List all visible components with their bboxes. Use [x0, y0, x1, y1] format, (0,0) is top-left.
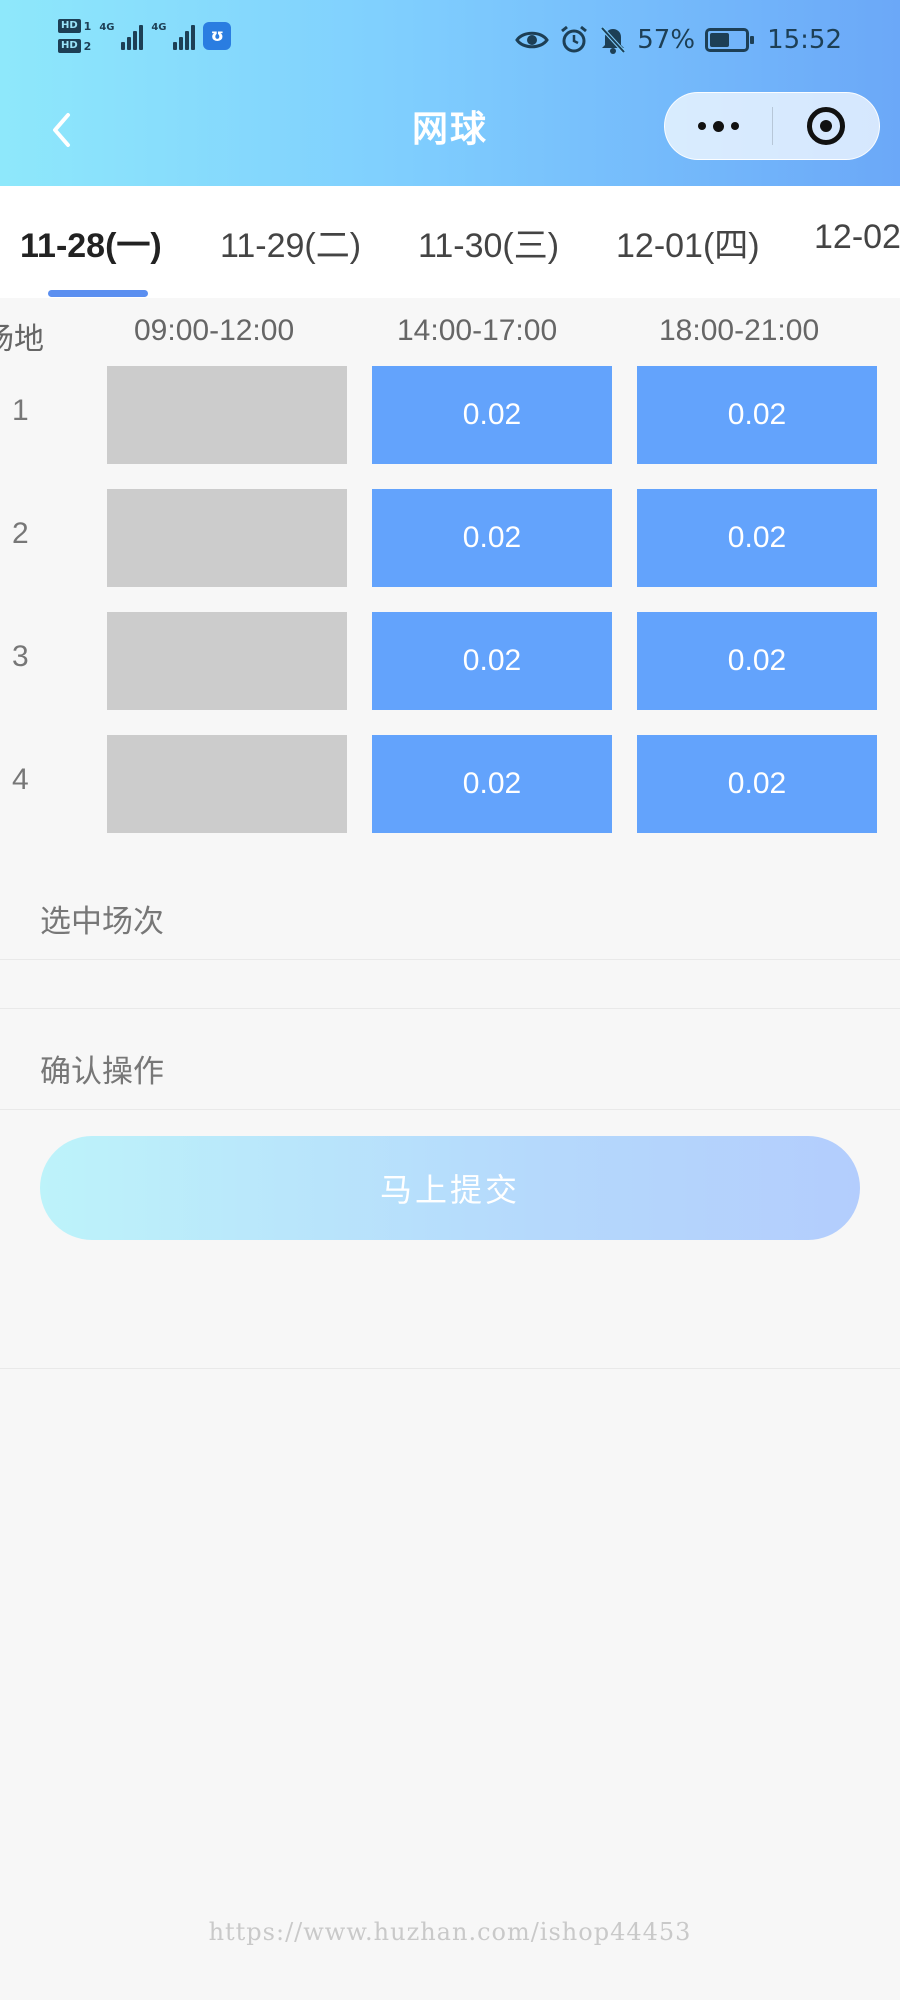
miniprogram-capsule — [664, 92, 880, 160]
divider — [0, 1368, 900, 1369]
tab-date-1[interactable]: 11-28(一) — [20, 218, 162, 267]
selected-sessions-label: 选中场次 — [40, 904, 164, 940]
alarm-icon — [561, 25, 588, 53]
slot-cell-4-1 — [107, 735, 347, 833]
booking-grid: 场地 09:00-12:00 14:00-17:00 18:00-21:00 1… — [0, 298, 900, 843]
watermark-url: https://www.huzhan.com/ishop44453 — [208, 1918, 692, 1946]
hd2-badge: HD 2 — [58, 39, 91, 53]
date-tabs: 11-28(一) 11-29(二) 11-30(三) 12-01(四) 12-0… — [0, 186, 900, 298]
app-notification-icon: ʊ — [203, 22, 232, 50]
target-icon — [806, 107, 845, 145]
signal-icon-2: 4G — [151, 22, 196, 50]
more-dots-icon — [697, 120, 739, 132]
battery-icon — [705, 28, 755, 52]
active-tab-indicator — [48, 290, 148, 297]
slot-cell-1-1 — [107, 366, 347, 464]
slot-cell-2-1 — [107, 489, 347, 587]
status-bar-right: 57% 15:52 — [515, 18, 842, 62]
submit-button[interactable]: 马上提交 — [40, 1136, 860, 1240]
slot-cell-3-2[interactable]: 0.02 — [372, 612, 612, 710]
tab-date-2[interactable]: 11-29(二) — [220, 218, 361, 267]
status-bar-left: HD 1 HD 2 4G 4G ʊ — [58, 14, 232, 58]
more-button[interactable] — [665, 93, 772, 159]
row-label-4: 4 — [12, 763, 29, 796]
row-label-2: 2 — [12, 517, 29, 550]
close-miniprogram-button[interactable] — [773, 93, 880, 159]
time-slot-header-1: 09:00-12:00 — [134, 314, 295, 347]
slot-cell-3-1 — [107, 612, 347, 710]
time-slot-header-3: 18:00-21:00 — [659, 314, 820, 347]
time-slot-header-2: 14:00-17:00 — [397, 314, 558, 347]
divider — [0, 1109, 900, 1110]
slot-cell-1-3[interactable]: 0.02 — [637, 366, 877, 464]
slot-cell-2-3[interactable]: 0.02 — [637, 489, 877, 587]
clock-time: 15:52 — [767, 25, 842, 55]
confirm-operation-label: 确认操作 — [40, 1054, 164, 1090]
divider — [0, 1008, 900, 1009]
bell-muted-icon — [600, 26, 626, 54]
venue-header: 场地 — [0, 323, 44, 356]
row-label-3: 3 — [12, 640, 29, 673]
tab-date-5[interactable]: 12-02 — [814, 218, 900, 257]
slot-cell-4-2[interactable]: 0.02 — [372, 735, 612, 833]
slot-cell-1-2[interactable]: 0.02 — [372, 366, 612, 464]
hd1-badge: HD 1 — [58, 19, 91, 33]
slot-cell-2-2[interactable]: 0.02 — [372, 489, 612, 587]
row-label-1: 1 — [12, 394, 29, 427]
battery-percent: 57% — [637, 25, 696, 55]
signal-icon: 4G — [99, 22, 144, 50]
slot-cell-3-3[interactable]: 0.02 — [637, 612, 877, 710]
eye-icon — [515, 31, 550, 49]
slot-cell-4-3[interactable]: 0.02 — [637, 735, 877, 833]
header: HD 1 HD 2 4G 4G ʊ 57% 15:52 网球 — [0, 0, 900, 186]
tab-date-4[interactable]: 12-01(四) — [616, 218, 760, 267]
divider — [0, 959, 900, 960]
tab-date-3[interactable]: 11-30(三) — [418, 218, 559, 267]
